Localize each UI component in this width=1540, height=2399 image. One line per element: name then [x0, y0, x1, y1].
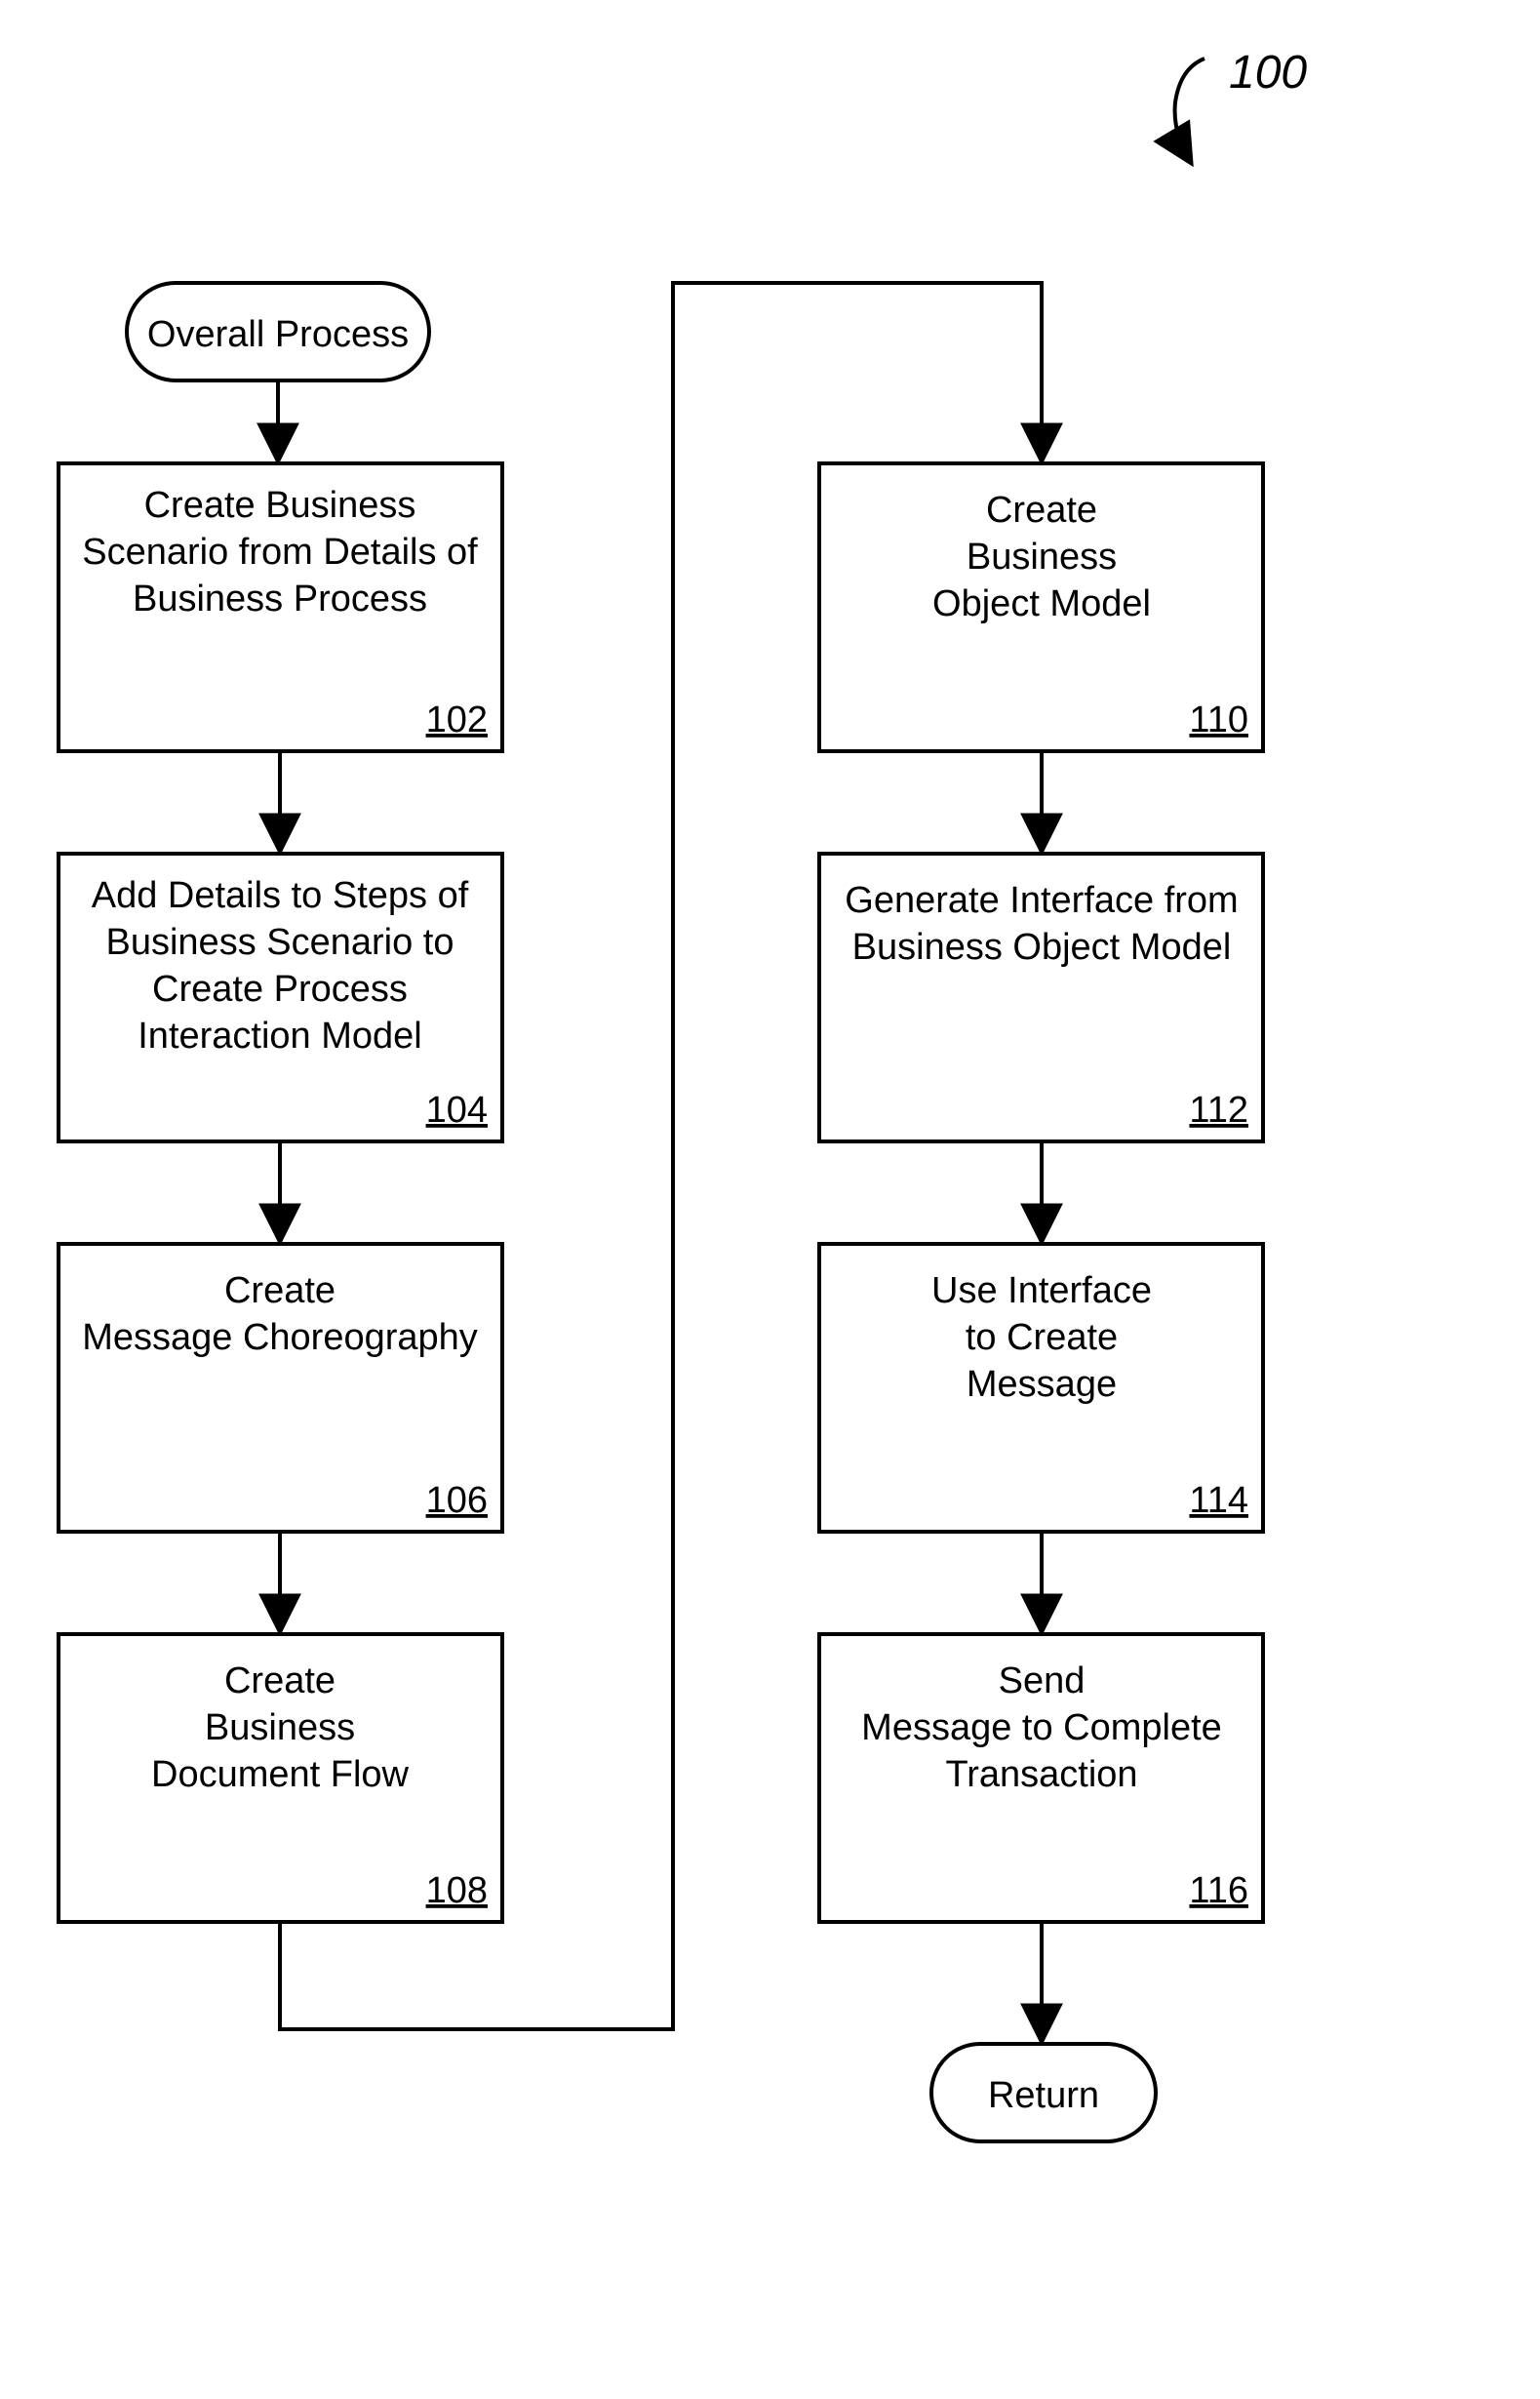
- step-116-line3: Transaction: [945, 1754, 1137, 1795]
- step-102-line3: Business Process: [133, 579, 427, 620]
- step-108-line2: Business: [205, 1707, 355, 1748]
- step-112-line1: Generate Interface from: [845, 880, 1238, 921]
- step-112-line2: Business Object Model: [852, 927, 1232, 968]
- step-110-line1: Create: [986, 490, 1097, 531]
- step-106-ref: 106: [426, 1480, 488, 1521]
- step-116-line1: Send: [999, 1660, 1086, 1701]
- step-114-ref: 114: [1189, 1480, 1248, 1521]
- step-116-line2: Message to Complete: [861, 1707, 1222, 1748]
- step-104-ref: 104: [426, 1090, 488, 1131]
- step-110-line3: Object Model: [932, 583, 1151, 624]
- step-102-ref: 102: [426, 700, 488, 740]
- step-104-line4: Interaction Model: [138, 1016, 422, 1057]
- start-label: Overall Process: [147, 314, 409, 355]
- step-106-line1: Create: [224, 1270, 336, 1311]
- step-104-line3: Create Process: [152, 969, 408, 1010]
- step-108-ref: 108: [426, 1870, 488, 1911]
- return-label: Return: [988, 2075, 1099, 2116]
- step-110-ref: 110: [1189, 700, 1248, 740]
- step-102-line1: Create Business: [144, 485, 416, 526]
- step-104-line2: Business Scenario to: [106, 922, 454, 963]
- step-106-line2: Message Choreography: [82, 1317, 478, 1358]
- step-114-line1: Use Interface: [931, 1270, 1152, 1311]
- step-108-line3: Document Flow: [151, 1754, 410, 1795]
- step-104-line1: Add Details to Steps of: [92, 875, 469, 916]
- step-110-line2: Business: [967, 537, 1117, 578]
- step-114-line2: to Create: [966, 1317, 1118, 1358]
- step-116-ref: 116: [1189, 1870, 1248, 1911]
- figure-label: 100: [1229, 47, 1307, 99]
- step-108-line1: Create: [224, 1660, 336, 1701]
- step-114-line3: Message: [967, 1364, 1117, 1405]
- step-102-line2: Scenario from Details of: [82, 532, 478, 573]
- step-112-ref: 112: [1189, 1090, 1248, 1131]
